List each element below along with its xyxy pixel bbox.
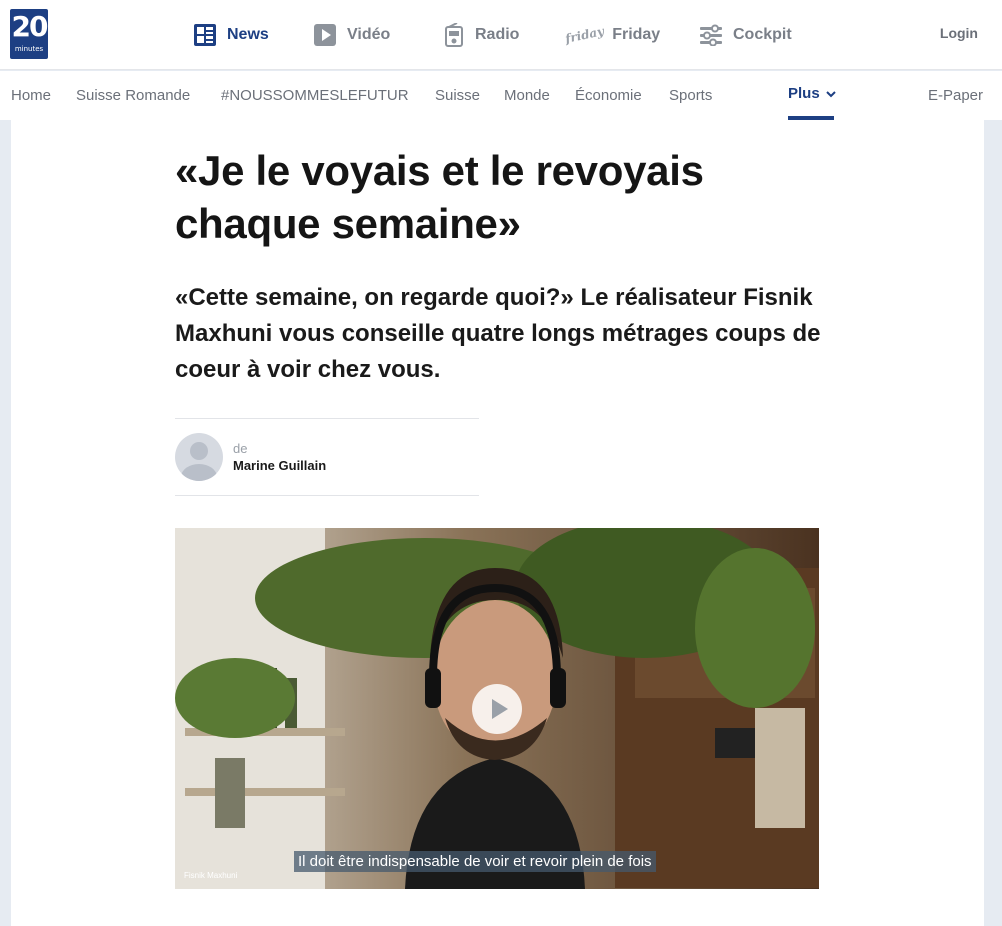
play-square-icon: [314, 24, 336, 46]
author-name[interactable]: Marine Guillain: [233, 458, 326, 473]
nav-item-news[interactable]: News: [193, 23, 313, 47]
nav-item-video-label: Vidéo: [347, 26, 391, 43]
site-logo[interactable]: 20 minutes: [10, 9, 48, 59]
news-grid-icon: [194, 24, 216, 46]
category-monde[interactable]: Monde: [504, 87, 550, 104]
sliders-icon: [700, 24, 722, 46]
nav-item-radio[interactable]: Radio: [443, 23, 565, 47]
nav-item-friday[interactable]: friday Friday: [563, 24, 699, 46]
video-player[interactable]: Il doit être indispensable de voir et re…: [175, 528, 819, 889]
logo-word: minutes: [14, 45, 44, 53]
category-nav: Home Suisse Romande #NOUSSOMMESLEFUTUR S…: [0, 71, 1002, 120]
nav-item-news-label: News: [227, 26, 269, 43]
logo-number: 20: [11, 10, 49, 43]
chevron-down-icon: [826, 91, 836, 98]
author-block: de Marine Guillain: [175, 418, 479, 496]
category-sports[interactable]: Sports: [669, 87, 712, 104]
login-link[interactable]: Login: [940, 25, 978, 41]
category-suisse[interactable]: Suisse: [435, 87, 480, 104]
nav-item-cockpit[interactable]: Cockpit: [699, 24, 792, 46]
friday-logo-icon: friday: [563, 24, 606, 46]
radio-icon: [445, 23, 463, 47]
category-home[interactable]: Home: [11, 87, 51, 104]
video-name-tag: Fisnik Maxhuni: [184, 871, 238, 880]
nav-item-cockpit-label: Cockpit: [733, 26, 792, 43]
video-subtitle: Il doit être indispensable de voir et re…: [294, 851, 656, 872]
nav-item-radio-label: Radio: [475, 26, 520, 43]
more-menu-label: Plus: [788, 85, 820, 102]
top-bar: 20 minutes News Vidéo Radio friday Frida…: [0, 0, 1002, 70]
author-prefix: de: [233, 441, 248, 456]
nav-item-friday-label: Friday: [612, 26, 661, 43]
epaper-link[interactable]: E-Paper: [928, 87, 983, 104]
category-suisse-romande[interactable]: Suisse Romande: [76, 87, 190, 104]
main-nav: News Vidéo Radio friday Friday Cockpit: [193, 20, 792, 50]
avatar: [175, 433, 223, 481]
nav-item-video[interactable]: Vidéo: [313, 23, 443, 47]
article-headline: «Je le voyais et le revoyais chaque sema…: [175, 147, 704, 247]
article-container: «Je le voyais et le revoyais chaque sema…: [11, 120, 984, 926]
more-menu-button[interactable]: Plus: [788, 85, 836, 102]
category-noussommeslefutur[interactable]: #NOUSSOMMESLEFUTUR: [221, 87, 409, 104]
article-lead: «Cette semaine, on regarde quoi?» Le réa…: [175, 284, 821, 383]
category-economie[interactable]: Économie: [575, 87, 642, 104]
play-button[interactable]: [472, 684, 522, 734]
